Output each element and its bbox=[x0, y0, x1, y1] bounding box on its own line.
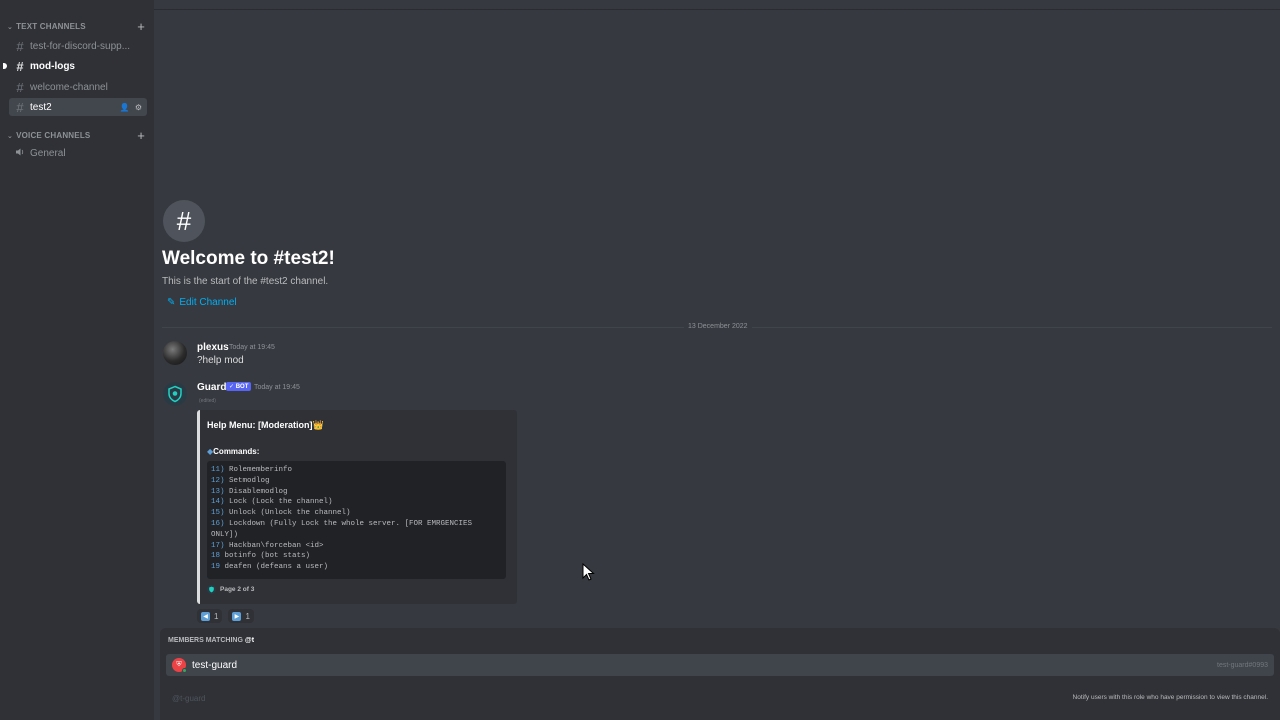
voice-channels-category[interactable]: ⌄ VOICE CHANNELS + bbox=[7, 129, 145, 142]
shield-icon bbox=[168, 385, 182, 403]
reaction-next[interactable]: ▶ 1 bbox=[228, 609, 254, 623]
code-line: 11) Rolememberinfo bbox=[211, 466, 293, 474]
channel-header bbox=[154, 0, 1280, 10]
member-tag: test-guard#0993 bbox=[1217, 661, 1268, 669]
avatar[interactable] bbox=[163, 341, 187, 365]
message-timestamp: Today at 19:45 bbox=[229, 344, 275, 351]
invite-icon[interactable]: 👤 bbox=[120, 103, 130, 112]
code-line: 16) Lockdown (Fully Lock the whole serve… bbox=[211, 519, 473, 528]
code-line: 12) Setmodlog bbox=[211, 476, 270, 485]
chat-area: # Welcome to #test2! This is the start o… bbox=[154, 0, 1280, 720]
code-line: 15) Unlock (Unlock the channel) bbox=[211, 509, 351, 518]
edited-label: (edited) bbox=[199, 398, 216, 404]
message-timestamp: Today at 19:45 bbox=[254, 384, 300, 391]
code-line: 13) Disablemodlog bbox=[211, 487, 288, 496]
reaction-previous[interactable]: ◀ 1 bbox=[197, 609, 223, 623]
hash-icon: # bbox=[16, 79, 24, 95]
popup-query: @t bbox=[244, 637, 255, 644]
category-label: VOICE CHANNELS bbox=[16, 131, 91, 140]
reaction-count: 1 bbox=[245, 611, 250, 621]
channel-label: mod-logs bbox=[30, 60, 75, 72]
code-line: ONLY]) bbox=[211, 530, 239, 539]
hash-icon: # bbox=[16, 38, 24, 54]
channel-label: welcome-channel bbox=[30, 81, 108, 93]
welcome-title: Welcome to #test2! bbox=[162, 248, 335, 269]
pencil-icon: ✎ bbox=[167, 297, 176, 308]
date-divider-label: 13 December 2022 bbox=[684, 323, 752, 330]
voice-channel-general[interactable]: General bbox=[9, 144, 147, 162]
arrow-left-icon: ◀ bbox=[201, 611, 210, 621]
mouse-cursor-icon bbox=[582, 563, 595, 581]
chevron-down-icon: ⌄ bbox=[7, 23, 14, 31]
reactions-bar: ◀ 1 ▶ 1 bbox=[197, 609, 254, 623]
member-name: test-guard bbox=[192, 659, 238, 671]
online-status-icon bbox=[182, 668, 187, 673]
channel-sidebar: ⌄ TEXT CHANNELS + # test-for-discord-sup… bbox=[0, 0, 154, 720]
message-author[interactable]: Guard bbox=[197, 382, 226, 393]
hash-icon: # bbox=[16, 99, 24, 115]
gear-icon[interactable]: ⚙ bbox=[135, 103, 142, 112]
hash-icon: # bbox=[16, 58, 24, 74]
avatar: ⛨ bbox=[172, 658, 187, 673]
popup-notice: Notify users with this role who have per… bbox=[1072, 694, 1268, 701]
shield-icon bbox=[207, 585, 216, 594]
add-channel-icon[interactable]: + bbox=[137, 20, 145, 33]
channel-item-test-for-discord-support[interactable]: # test-for-discord-supp... bbox=[9, 37, 147, 55]
channel-label: test-for-discord-supp... bbox=[30, 40, 131, 52]
channel-label: General bbox=[30, 147, 66, 159]
avatar[interactable] bbox=[163, 382, 187, 406]
member-suggestion[interactable]: ⛨ test-guard test-guard#0993 bbox=[166, 654, 1274, 676]
welcome-subtitle: This is the start of the #test2 channel. bbox=[162, 276, 329, 287]
commands-codeblock: 11) Rolememberinfo 12) Setmodlog 13) Dis… bbox=[207, 461, 506, 579]
add-channel-icon[interactable]: + bbox=[137, 129, 145, 142]
unread-indicator bbox=[3, 63, 7, 69]
help-embed: Help Menu: [Moderation]👑 ◆Commands: 11) … bbox=[197, 410, 517, 604]
chevron-down-icon: ⌄ bbox=[7, 132, 14, 140]
shield-icon: ⛨ bbox=[176, 661, 182, 668]
edit-channel-link[interactable]: ✎ Edit Channel bbox=[167, 297, 237, 308]
text-channels-category[interactable]: ⌄ TEXT CHANNELS + bbox=[7, 20, 145, 33]
hash-icon: # bbox=[163, 200, 205, 242]
message-content: ?help mod bbox=[197, 355, 244, 366]
channel-item-mod-logs[interactable]: # mod-logs bbox=[9, 57, 147, 75]
embed-field-label: Commands: bbox=[213, 447, 260, 456]
popup-header: MEMBERS MATCHING @t bbox=[168, 637, 255, 644]
arrow-right-icon: ▶ bbox=[232, 611, 242, 621]
embed-footer-text: Page 2 of 3 bbox=[220, 586, 255, 593]
code-line: 17) Hackban\forceban <id> bbox=[211, 541, 324, 550]
code-line: 19 deafen (defeans a user) bbox=[211, 563, 329, 572]
channel-item-welcome-channel[interactable]: # welcome-channel bbox=[9, 78, 147, 96]
category-label: TEXT CHANNELS bbox=[16, 22, 86, 31]
embed-footer: Page 2 of 3 bbox=[207, 585, 254, 594]
embed-title: Help Menu: [Moderation]👑 bbox=[207, 420, 324, 430]
code-line: 18 botinfo (bot stats) bbox=[211, 552, 311, 561]
embed-field-name: ◆Commands: bbox=[207, 447, 259, 456]
mention-autocomplete-popup: MEMBERS MATCHING @t ⛨ test-guard test-gu… bbox=[160, 628, 1280, 720]
channel-label: test2 bbox=[30, 101, 52, 113]
reaction-count: 1 bbox=[214, 611, 219, 621]
message-author[interactable]: plexus bbox=[197, 342, 229, 353]
code-line: 14) Lock (Lock the channel) bbox=[211, 498, 333, 507]
edit-channel-label: Edit Channel bbox=[179, 297, 237, 308]
bot-badge: ✓ BOT bbox=[226, 382, 252, 391]
speaker-icon bbox=[15, 147, 25, 160]
message-input[interactable]: @t-guard bbox=[172, 694, 205, 703]
channel-item-test2[interactable]: # test2 👤 ⚙ bbox=[9, 98, 147, 116]
